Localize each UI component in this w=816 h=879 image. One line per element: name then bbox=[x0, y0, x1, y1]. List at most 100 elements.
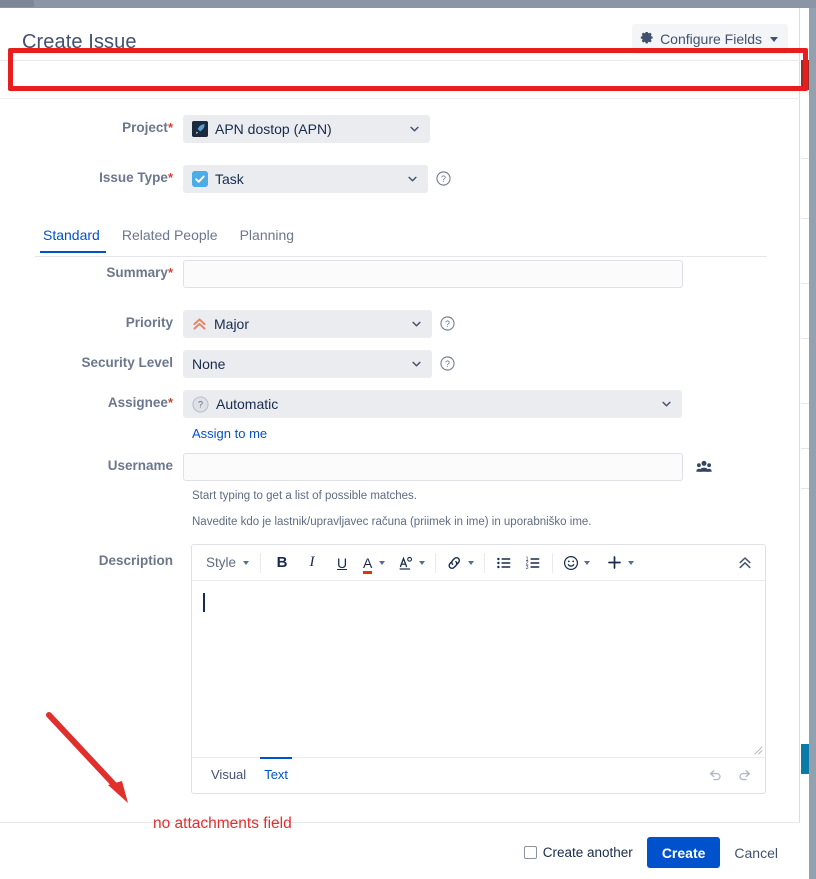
configure-fields-button[interactable]: Configure Fields bbox=[632, 24, 788, 54]
editor-mode-text[interactable]: Text bbox=[255, 757, 297, 792]
svg-text:?: ? bbox=[198, 399, 203, 409]
priority-label: Priority bbox=[125, 315, 173, 330]
field-row-security-level: Security Level None ? bbox=[0, 350, 760, 378]
description-label: Description bbox=[98, 553, 173, 568]
project-value: APN dostop (APN) bbox=[215, 121, 332, 137]
field-row-username: Username bbox=[0, 453, 760, 481]
create-issue-dialog: Create Issue Configure Fields Project* A… bbox=[0, 8, 800, 879]
text-style-more-icon bbox=[399, 556, 413, 570]
chevron-down-icon bbox=[243, 560, 250, 565]
chevron-down-icon bbox=[412, 361, 421, 367]
bold-button[interactable]: B bbox=[270, 550, 294, 576]
assign-to-me-link[interactable]: Assign to me bbox=[192, 426, 267, 441]
chevron-down-icon bbox=[419, 560, 426, 565]
project-avatar-icon bbox=[192, 121, 208, 137]
username-label: Username bbox=[107, 458, 173, 473]
toolbar-divider bbox=[260, 552, 262, 573]
editor-footer: Visual Text bbox=[192, 757, 765, 792]
priority-help-icon[interactable]: ? bbox=[440, 316, 455, 331]
cancel-link[interactable]: Cancel bbox=[734, 845, 778, 861]
redo-icon[interactable] bbox=[737, 767, 753, 783]
italic-button[interactable]: I bbox=[300, 550, 324, 576]
insert-more-button[interactable] bbox=[603, 550, 637, 576]
chevron-down-icon bbox=[584, 560, 591, 565]
collapse-toolbar-button[interactable] bbox=[733, 550, 757, 576]
tab-planning[interactable]: Planning bbox=[229, 227, 306, 252]
svg-text:?: ? bbox=[445, 359, 450, 369]
tab-related-people[interactable]: Related People bbox=[111, 227, 229, 252]
automatic-avatar-icon: ? bbox=[192, 395, 209, 413]
text-color-icon: A bbox=[363, 555, 373, 574]
chevron-down-icon bbox=[468, 560, 475, 565]
text-highlight-button[interactable] bbox=[395, 550, 428, 576]
emoji-icon bbox=[564, 555, 579, 570]
link-button[interactable] bbox=[443, 550, 477, 576]
numbered-list-button[interactable]: 1 2 3 bbox=[521, 550, 545, 576]
numbered-list-icon: 1 2 3 bbox=[526, 556, 540, 570]
summary-input[interactable] bbox=[183, 260, 683, 288]
svg-text:?: ? bbox=[441, 174, 446, 184]
undo-redo-group bbox=[707, 767, 755, 783]
create-another-checkbox[interactable]: Create another bbox=[523, 845, 633, 860]
page-title: Create Issue bbox=[22, 31, 137, 53]
create-another-label: Create another bbox=[542, 845, 633, 860]
project-label: Project* bbox=[122, 120, 173, 135]
dialog-footer: Create another Create Cancel bbox=[0, 823, 800, 879]
bullet-list-button[interactable] bbox=[492, 550, 516, 576]
priority-major-icon bbox=[193, 317, 206, 330]
assignee-label: Assignee* bbox=[107, 395, 173, 410]
issue-type-value: Task bbox=[215, 171, 244, 187]
toolbar-divider bbox=[484, 552, 486, 573]
field-row-issue-type: Issue Type* Task ? bbox=[0, 165, 760, 193]
user-group-icon[interactable] bbox=[696, 459, 712, 475]
background-page-sliver bbox=[801, 8, 816, 879]
header-divider-2 bbox=[0, 98, 800, 99]
username-input[interactable] bbox=[183, 453, 683, 481]
configure-fields-label: Configure Fields bbox=[660, 31, 762, 47]
emoji-button[interactable] bbox=[560, 550, 593, 576]
editor-mode-visual[interactable]: Visual bbox=[202, 758, 255, 792]
create-button[interactable]: Create bbox=[646, 837, 721, 868]
text-color-button[interactable]: A bbox=[360, 550, 388, 576]
screenshot-root: Create Issue Configure Fields Project* A… bbox=[0, 0, 816, 879]
link-icon bbox=[448, 556, 461, 569]
chevron-down-icon bbox=[662, 401, 671, 407]
assignee-select[interactable]: ? Automatic bbox=[183, 390, 682, 418]
checkbox-box-icon bbox=[523, 846, 537, 859]
chevron-down-icon bbox=[408, 176, 417, 182]
browser-chrome-strip bbox=[0, 0, 816, 8]
issue-type-help-icon[interactable]: ? bbox=[436, 171, 451, 186]
header-divider bbox=[0, 60, 800, 61]
bullet-list-icon bbox=[497, 557, 511, 568]
annotation-caption: no attachments field bbox=[153, 815, 292, 832]
priority-select[interactable]: Major bbox=[183, 310, 432, 338]
page-scrollbar[interactable] bbox=[809, 8, 816, 879]
chevron-down-icon bbox=[770, 36, 778, 42]
footer-actions: Create another Create Cancel bbox=[523, 837, 778, 868]
background-red-block bbox=[801, 60, 809, 90]
security-level-help-icon[interactable]: ? bbox=[440, 356, 455, 371]
field-row-project: Project* APN dostop (APN) bbox=[0, 115, 760, 143]
toolbar-divider bbox=[435, 552, 437, 573]
security-level-select[interactable]: None bbox=[183, 350, 432, 378]
style-dropdown[interactable]: Style bbox=[200, 550, 253, 576]
underline-button[interactable]: U bbox=[330, 550, 354, 576]
chevron-down-icon bbox=[379, 560, 386, 565]
username-hint-1: Start typing to get a list of possible m… bbox=[192, 490, 418, 502]
chevron-down-icon bbox=[628, 560, 635, 565]
editor-toolbar: Style B I U A 1 2 3 bbox=[192, 545, 765, 581]
project-select[interactable]: APN dostop (APN) bbox=[183, 115, 430, 143]
description-editor: Style B I U A 1 2 3 Visual Text bbox=[191, 544, 766, 794]
issue-type-select[interactable]: Task bbox=[183, 165, 428, 193]
field-row-summary: Summary* bbox=[0, 260, 760, 288]
browser-chrome-tab bbox=[0, 0, 34, 7]
chevron-down-icon bbox=[412, 321, 421, 327]
gear-icon bbox=[640, 32, 653, 44]
underline-icon: U bbox=[336, 554, 348, 571]
description-textarea[interactable] bbox=[192, 581, 765, 757]
tab-standard[interactable]: Standard bbox=[35, 227, 111, 253]
username-hint-2: Navedite kdo je lastnik/upravljavec raču… bbox=[192, 516, 592, 528]
resize-handle-icon[interactable] bbox=[753, 745, 763, 755]
undo-icon[interactable] bbox=[707, 767, 723, 783]
priority-value: Major bbox=[214, 316, 250, 332]
